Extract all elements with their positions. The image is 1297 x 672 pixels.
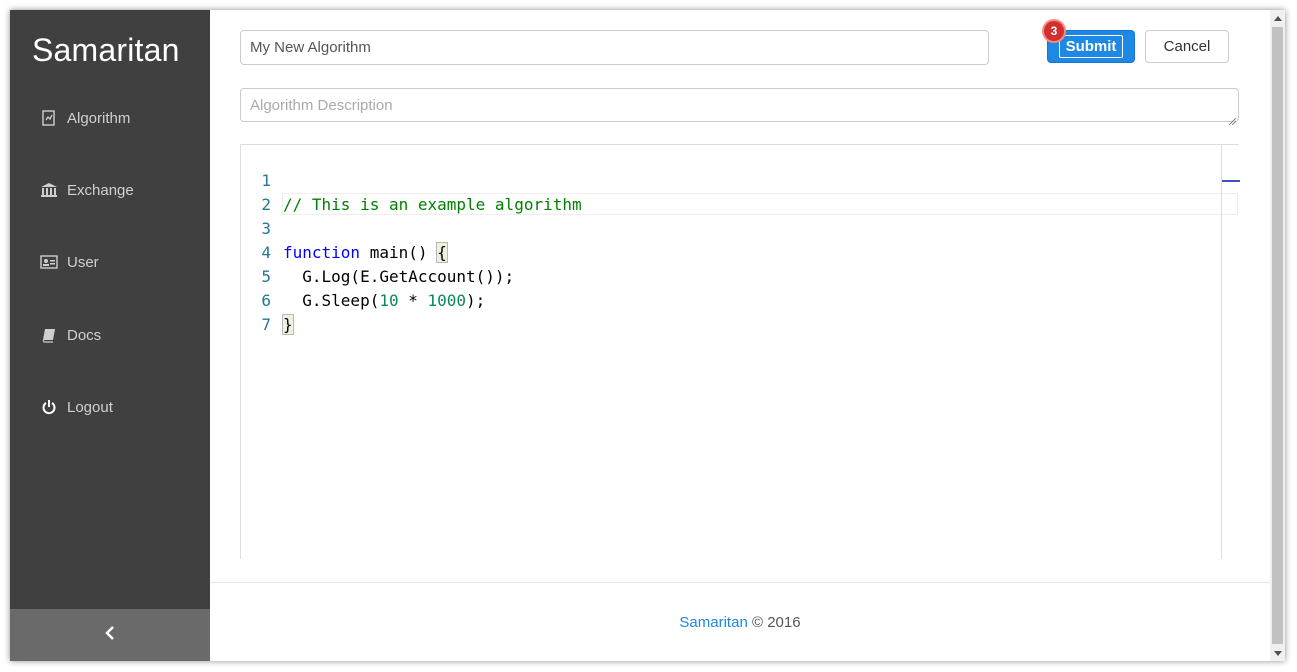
bank-icon (40, 181, 58, 199)
code-line: 3 function main() { (241, 193, 1239, 263)
sidebar-item-logout[interactable]: Logout (40, 395, 113, 419)
scroll-down-arrow-icon[interactable] (1270, 645, 1285, 661)
algorithm-name-input[interactable]: My New Algorithm (240, 30, 989, 65)
code-line: 2 (241, 169, 1239, 214)
code-line: 7 (241, 289, 1239, 334)
code-editor[interactable]: 1 // This is an example algorithm 2 3 fu… (240, 144, 1240, 559)
chevron-left-icon (104, 625, 116, 645)
code-line: 5 G.Sleep(10 * 1000); (241, 241, 1239, 310)
resize-grip-icon[interactable] (1228, 112, 1237, 126)
id-card-icon (40, 253, 58, 271)
sidebar-item-algorithm[interactable]: Algorithm (40, 106, 130, 130)
footer-divider (210, 582, 1270, 583)
code-line: 6 } (241, 265, 1239, 335)
algorithm-name-value: My New Algorithm (250, 39, 371, 56)
cancel-button[interactable]: Cancel (1145, 30, 1229, 63)
scrollbar-thumb[interactable] (1272, 27, 1283, 644)
line-number: 7 (261, 315, 271, 334)
app-window: Samaritan Algorithm Exchange User Docs L… (10, 10, 1285, 661)
brand-title: Samaritan (32, 32, 180, 68)
submit-label: Submit (1058, 35, 1124, 58)
description-placeholder: Algorithm Description (250, 96, 393, 114)
footer-brand-link[interactable]: Samaritan (679, 614, 747, 631)
power-icon (40, 398, 58, 416)
scroll-up-arrow-icon[interactable] (1270, 10, 1285, 26)
sidebar-item-docs[interactable]: Docs (40, 323, 101, 347)
sidebar-item-label: Exchange (67, 181, 134, 199)
editor-overview-ruler (1221, 145, 1222, 559)
sidebar-item-label: User (67, 253, 99, 271)
sidebar-item-label: Logout (67, 398, 113, 416)
sidebar-item-exchange[interactable]: Exchange (40, 178, 134, 202)
book-icon (40, 326, 58, 344)
sidebar-collapse-button[interactable] (10, 609, 210, 661)
code-line: 1 // This is an example algorithm (241, 145, 1239, 214)
sidebar-item-label: Docs (67, 326, 102, 344)
algorithm-icon (40, 109, 58, 127)
cursor-position-marker (1222, 180, 1240, 182)
footer-copyright: © 2016 (751, 614, 801, 631)
sidebar-item-label: Algorithm (67, 109, 131, 127)
sidebar-item-user[interactable]: User (40, 250, 99, 274)
sidebar: Samaritan Algorithm Exchange User Docs L… (10, 10, 210, 661)
page-scrollbar[interactable] (1270, 10, 1285, 661)
code-line: 4 G.Log(E.GetAccount()); (241, 217, 1239, 286)
algorithm-description-input[interactable]: Algorithm Description (240, 88, 1239, 126)
footer: Samaritan © 2016 (210, 614, 1270, 631)
notification-badge: 3 (1044, 21, 1064, 41)
main-content: My New Algorithm Submit 3 Cancel Algorit… (210, 10, 1270, 661)
